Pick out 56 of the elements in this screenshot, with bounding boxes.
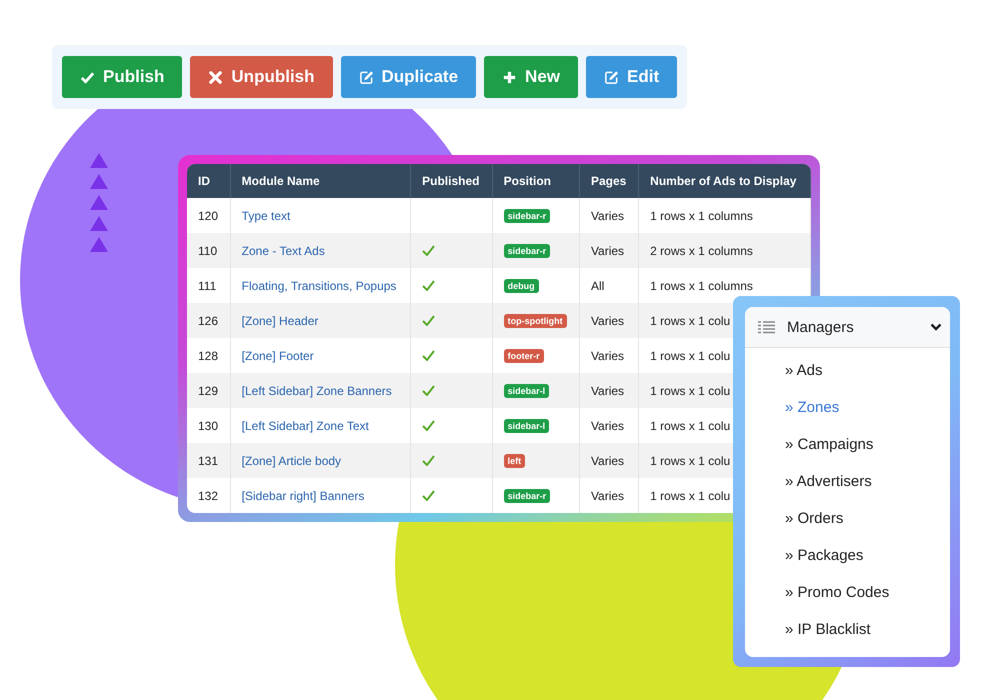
edit-button[interactable]: Edit — [586, 56, 678, 98]
check-icon — [422, 385, 436, 396]
module-link[interactable]: [Left Sidebar] Zone Text — [242, 418, 369, 432]
duplicate-button[interactable]: Duplicate — [340, 56, 476, 98]
position-tag: left — [504, 454, 526, 468]
check-icon — [422, 350, 436, 361]
id-cell: 131 — [187, 443, 230, 478]
position-tag: debug — [504, 279, 539, 293]
position-tag: top-spotlight — [504, 314, 567, 328]
position-tag: sidebar-l — [504, 384, 550, 398]
id-cell: 129 — [187, 373, 230, 408]
publish-button[interactable]: Publish — [62, 56, 182, 98]
check-icon — [422, 245, 436, 256]
column-header: Position — [492, 164, 580, 198]
position-tag: sidebar-r — [504, 209, 550, 223]
id-cell: 110 — [187, 233, 230, 268]
edit-icon — [604, 70, 620, 84]
column-header: Published — [410, 164, 492, 198]
column-header: Pages — [579, 164, 639, 198]
position-tag: sidebar-r — [504, 244, 550, 258]
module-link[interactable]: Floating, Transitions, Popups — [242, 278, 396, 292]
menu-header[interactable]: Managers — [745, 307, 950, 348]
column-header: Number of Ads to Display — [638, 164, 810, 198]
pages-cell: Varies — [579, 233, 639, 268]
id-cell: 132 — [187, 478, 230, 513]
edit-icon — [358, 70, 374, 84]
pages-cell: Varies — [579, 443, 639, 478]
check-icon — [422, 315, 436, 326]
id-cell: 126 — [187, 303, 230, 338]
module-link[interactable]: Type text — [242, 208, 290, 222]
unpublish-button[interactable]: Unpublish — [190, 56, 333, 98]
close-icon — [208, 70, 224, 84]
pages-cell: Varies — [579, 478, 639, 513]
module-link[interactable]: [Sidebar right] Banners — [242, 488, 364, 502]
check-icon — [422, 280, 436, 291]
pages-cell: Varies — [579, 303, 639, 338]
menu-item[interactable]: » Promo Codes — [785, 581, 950, 605]
new-button[interactable]: New — [484, 56, 578, 98]
position-tag: footer-r — [504, 349, 544, 363]
module-link[interactable]: Zone - Text Ads — [242, 244, 325, 258]
pages-cell: Varies — [579, 373, 639, 408]
check-icon — [422, 420, 436, 431]
position-tag: sidebar-r — [504, 489, 550, 503]
check-icon — [422, 455, 436, 466]
module-link[interactable]: [Zone] Header — [242, 314, 318, 328]
module-link[interactable]: [Zone] Footer — [242, 348, 314, 362]
list-icon — [758, 320, 775, 334]
check-icon — [422, 490, 436, 501]
menu-item[interactable]: » IP Blacklist — [785, 618, 950, 642]
column-header: Module Name — [230, 164, 411, 198]
plus-icon — [502, 70, 518, 84]
display-cell: 2 rows x 1 columns — [638, 233, 810, 268]
column-header: ID — [187, 164, 230, 198]
position-tag: sidebar-l — [504, 419, 550, 433]
check-icon — [80, 70, 95, 84]
menu-item[interactable]: » Packages — [785, 544, 950, 568]
